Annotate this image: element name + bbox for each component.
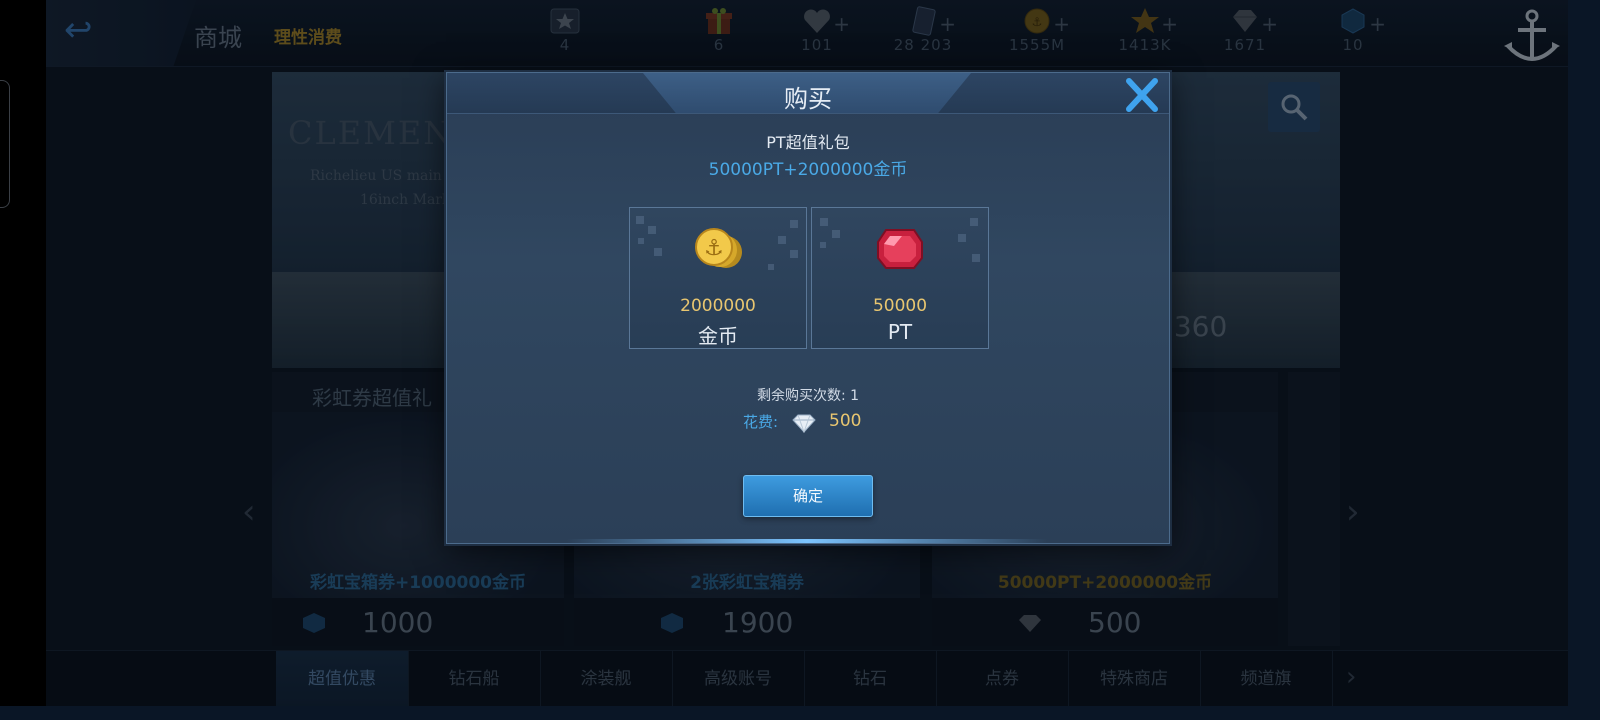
left-screen-edge [0, 0, 46, 706]
confirm-button[interactable]: 确定 [743, 475, 873, 517]
remaining-label: 剩余购买次数: [756, 388, 846, 404]
remaining-purchases: 剩余购买次数: 1 [447, 385, 1169, 405]
reward-name: 金币 [698, 324, 738, 348]
ruby-gem-icon [877, 229, 923, 269]
reward-item-gold: ⚓ 2000000 金币 [629, 207, 807, 349]
diamond-icon [792, 414, 816, 433]
cost-value: 500 [829, 411, 862, 431]
side-handle[interactable] [0, 80, 10, 208]
gold-coin-icon: ⚓ [695, 228, 742, 268]
remaining-value: 1 [850, 388, 860, 404]
close-icon[interactable] [1121, 75, 1163, 115]
purchase-dialog: 购买 PT超值礼包 50000PT+2000000金币 ⚓ 2000000 金币… [446, 72, 1170, 544]
reward-amount: 50000 [872, 296, 928, 316]
reward-item-pt: 50000 PT [811, 207, 989, 349]
reward-name: PT [887, 320, 913, 344]
svg-text:⚓: ⚓ [704, 236, 724, 261]
pack-description: 50000PT+2000000金币 [708, 160, 908, 180]
pack-name: PT超值礼包 [766, 133, 850, 152]
cost-label: 花费: [743, 413, 779, 431]
reward-amount: 2000000 [680, 296, 756, 316]
dialog-title: 购买 [784, 85, 832, 113]
